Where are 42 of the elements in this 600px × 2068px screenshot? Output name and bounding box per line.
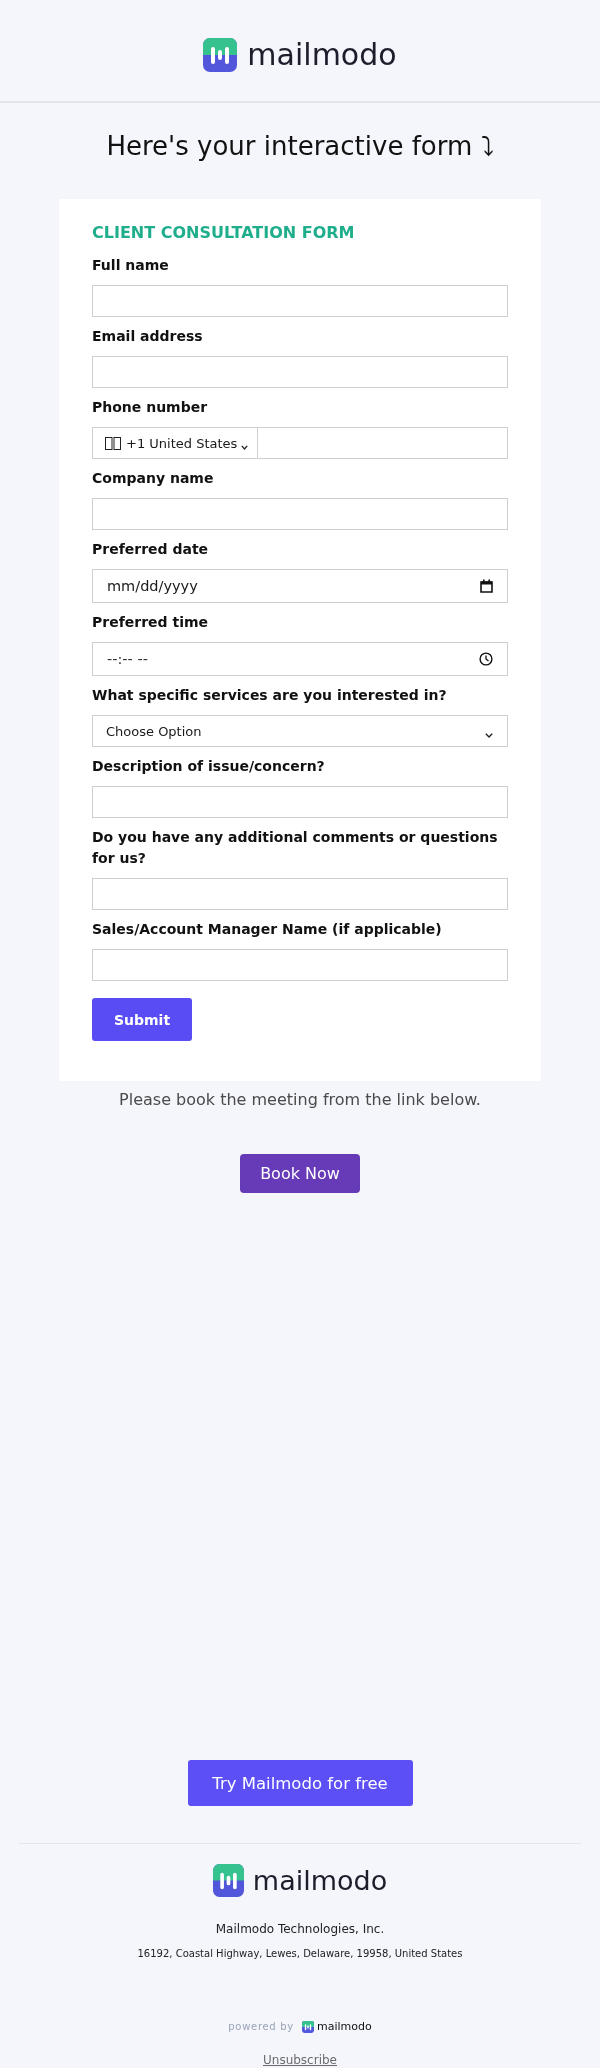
date-field[interactable]: mm/dd/yyyy: [92, 569, 508, 603]
brand-name: mailmodo: [252, 1864, 388, 1897]
text-field[interactable]: [92, 356, 508, 388]
field-label: Sales/Account Manager Name (if applicable): [92, 920, 442, 939]
text-field[interactable]: [92, 878, 508, 910]
field-label: Preferred date: [92, 540, 209, 559]
field-label: Full name: [92, 256, 169, 275]
page-heading: Here's your interactive form ⤵: [106, 130, 494, 162]
field-label: Company name: [92, 469, 214, 488]
chevron-down-icon: [485, 732, 493, 738]
brand-name: mailmodo: [247, 38, 397, 72]
company-address: 16192, Coastal Highway, Lewes, Delaware, 19958, United States: [137, 1947, 463, 1961]
field-label: Phone number: [92, 398, 208, 417]
company-name: Mailmodo Technologies, Inc.: [215, 1921, 385, 1937]
book-now-button[interactable]: Book Now: [240, 1154, 360, 1193]
try-free-button[interactable]: Try Mailmodo for free: [187, 1760, 413, 1806]
text-field[interactable]: [92, 949, 508, 981]
field-label: Email address: [92, 327, 203, 346]
powered-by-text: powered by: [228, 2020, 294, 2034]
time-field[interactable]: --:-- --: [92, 642, 508, 676]
text-field[interactable]: [92, 786, 508, 818]
select-field[interactable]: Choose Option: [92, 715, 508, 747]
logo-icon: [203, 38, 238, 72]
missing-glyph-icon: [105, 436, 121, 450]
logo-icon: [301, 2021, 314, 2033]
country-select[interactable]: +1 United States: [92, 427, 258, 459]
field-label: Description of issue/concern?: [92, 757, 325, 776]
logo-icon: [212, 1864, 244, 1897]
form-title: CLIENT CONSULTATION FORM: [92, 223, 355, 243]
clock-icon: [479, 652, 493, 666]
unsubscribe-link[interactable]: Unsubscribe: [263, 2053, 337, 2067]
field-label: Do you have any additional comments or questions for us?: [92, 828, 499, 868]
text-field[interactable]: [92, 285, 508, 317]
brand-name: mailmodo: [316, 2020, 372, 2034]
booking-note: Please book the meeting from the link below.: [119, 1090, 481, 1110]
text-field[interactable]: [92, 498, 508, 530]
submit-button[interactable]: Submit: [92, 998, 192, 1041]
calendar-icon: [480, 579, 493, 593]
field-label: Preferred time: [92, 613, 209, 632]
phone-input[interactable]: [258, 427, 508, 459]
field-label: What specific services are you interested in?: [92, 686, 447, 705]
chevron-down-icon: [241, 444, 249, 450]
